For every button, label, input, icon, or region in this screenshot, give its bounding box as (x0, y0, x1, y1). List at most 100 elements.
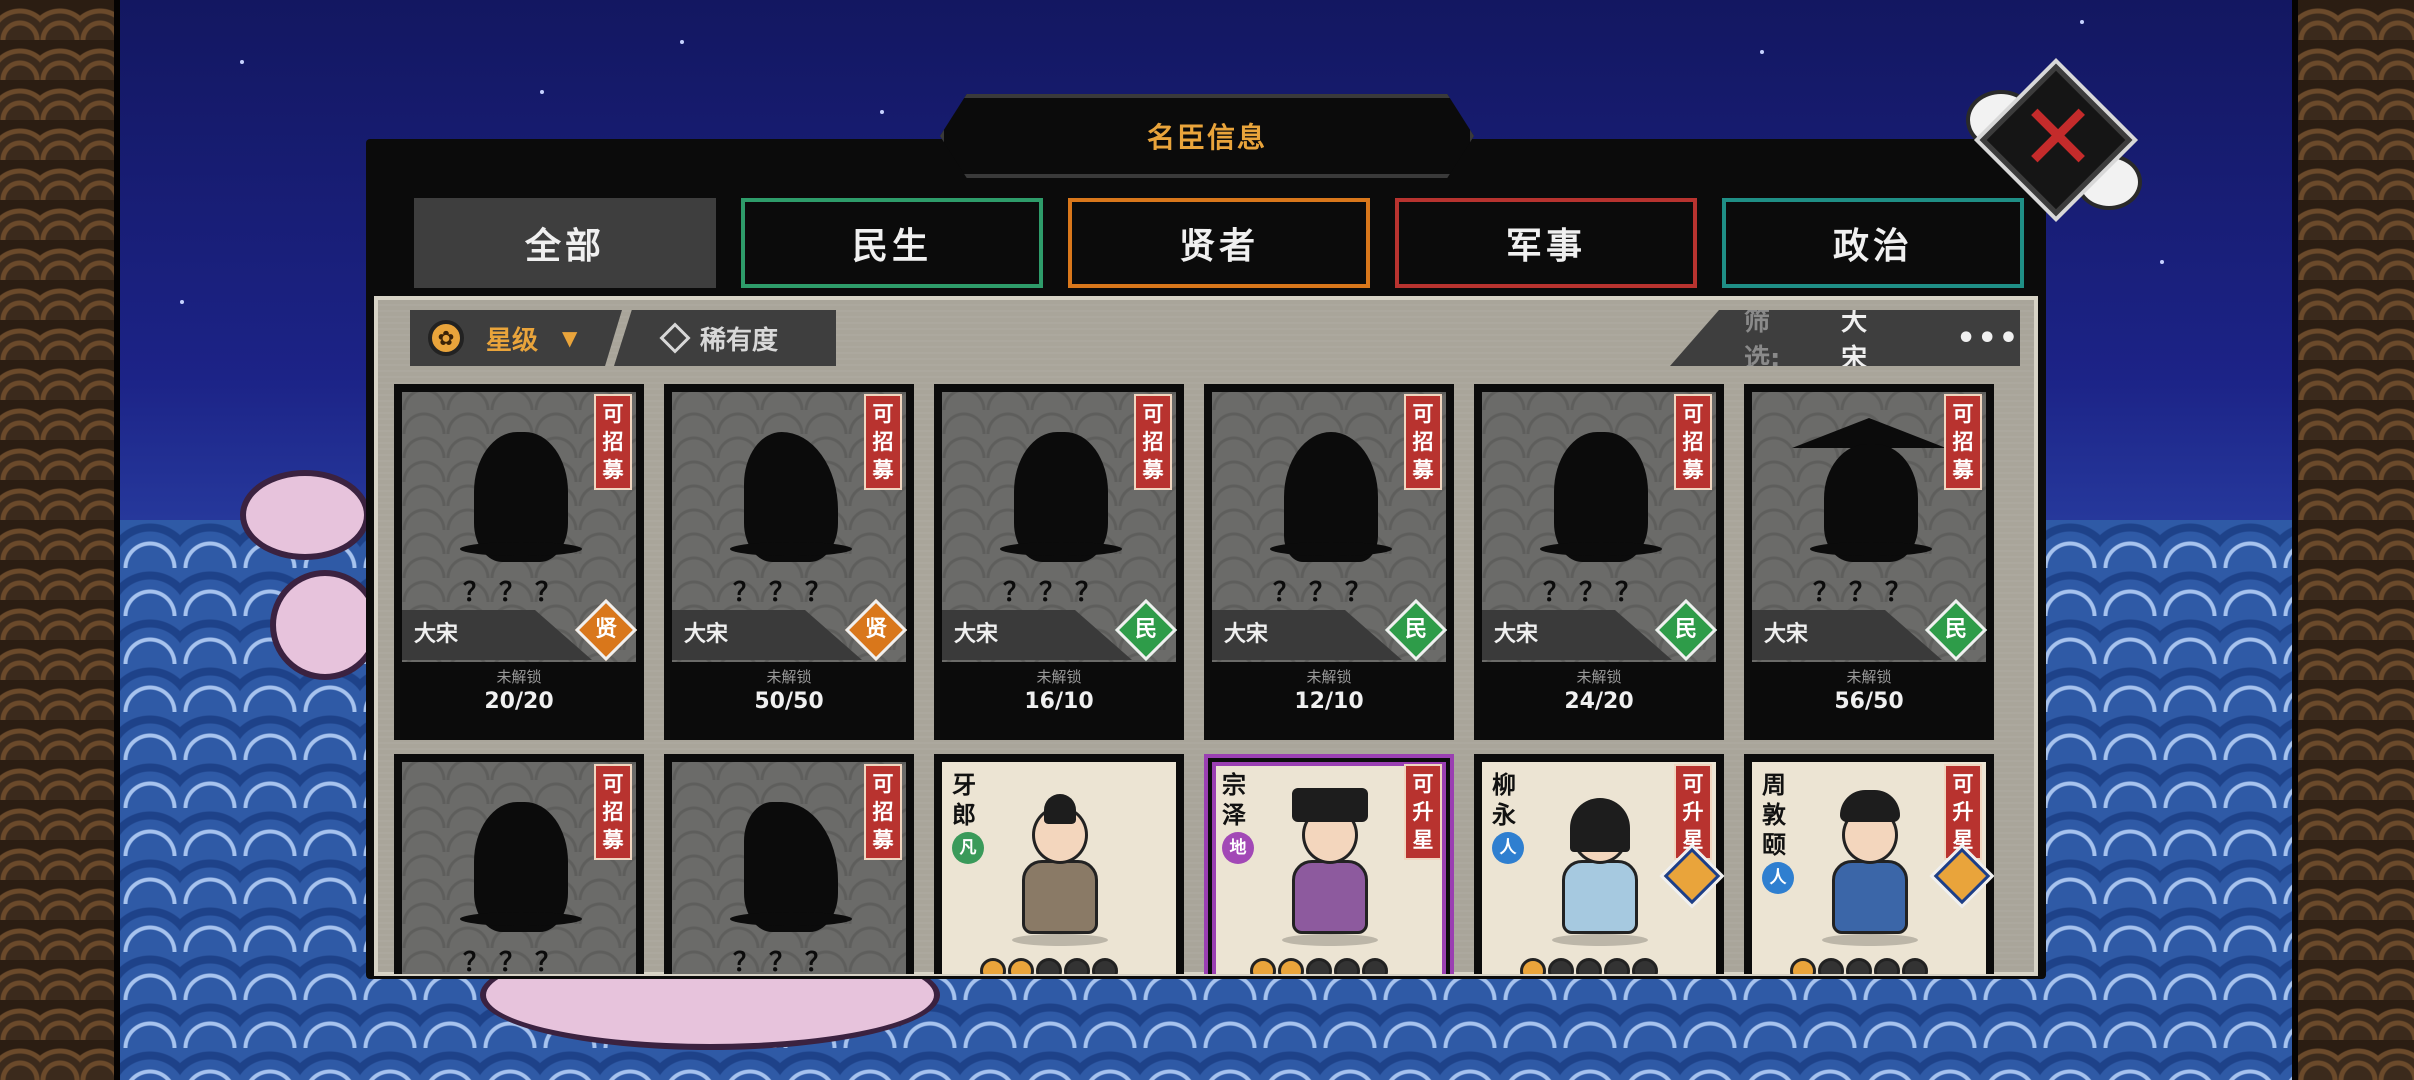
minister-card-locked[interactable]: ？？？ 大宋 民 可招募 未解锁 12/10 (1204, 384, 1454, 740)
star-rating (1790, 958, 1928, 974)
silhouette-shadow (1000, 542, 1122, 556)
diamond-icon (659, 322, 691, 354)
element-badge: 人 (1492, 832, 1524, 864)
element-badge: 人 (1762, 862, 1794, 894)
star-icon (1818, 958, 1844, 974)
minister-card-zongze[interactable]: 宗泽 地 可升星 (1204, 754, 1454, 974)
silhouette-shadow (1810, 542, 1932, 556)
rarity-sort-button[interactable]: 稀有度 (614, 310, 836, 366)
minister-name: 宗泽 (1222, 771, 1246, 829)
star-icon (1576, 958, 1602, 974)
chevron-down-icon: ▼ (562, 326, 578, 350)
star-icon (1520, 958, 1546, 974)
minister-card-locked[interactable]: ？？？ 大宋 贤 可招募 未解锁 20/20 (394, 384, 644, 740)
tab-sages[interactable]: 贤者 (1068, 198, 1370, 288)
recruitable-tag: 可招募 (1134, 394, 1172, 490)
minister-name: 牙郎 (952, 771, 976, 829)
minister-card-locked[interactable]: ？？？ 大宋 民 可招募 未解锁 24/20 (1474, 384, 1724, 740)
minister-portrait (1548, 794, 1652, 946)
tab-label: 军事 (1505, 226, 1586, 267)
recruitable-tag: 可招募 (864, 394, 902, 490)
minister-portrait (1278, 788, 1382, 946)
fragment-progress: 50/50 (754, 689, 824, 714)
minister-card-grid: ？？？ 大宋 贤 可招募 未解锁 20/20 ？？？ 大宋 贤 可招募 未解锁 50… (394, 384, 1994, 974)
element-badge: 地 (1222, 832, 1254, 864)
locked-status: 未解锁 (1036, 668, 1082, 686)
recruitable-tag: 可招募 (1404, 394, 1442, 490)
minister-card-locked[interactable]: ？？？ 可招募 (664, 754, 914, 974)
star-icon (1548, 958, 1574, 974)
locked-status: 未解锁 (766, 668, 812, 686)
nation-filter[interactable]: 筛选: 大宋 ••• (1670, 310, 2020, 366)
star-icon (1278, 958, 1304, 974)
silhouette-shadow (730, 912, 852, 926)
minister-card-locked[interactable]: ？？？ 大宋 民 可招募 未解锁 56/50 (1744, 384, 1994, 740)
fragment-progress: 12/10 (1294, 689, 1364, 714)
modal-title: 名臣信息 (1146, 121, 1267, 154)
star-icon (1334, 958, 1360, 974)
recruitable-tag: 可招募 (864, 764, 902, 860)
unknown-name: ？？？ (462, 948, 571, 974)
category-tabs: 全部 民生 贤者 军事 政治 (414, 198, 2024, 288)
star-rating (1250, 958, 1388, 974)
star-icon (1036, 958, 1062, 974)
recruitable-tag: 可招募 (1944, 394, 1982, 490)
star-icon (1604, 958, 1630, 974)
locked-status: 未解锁 (1306, 668, 1352, 686)
tab-politics[interactable]: 政治 (1722, 198, 2024, 288)
minister-card-locked[interactable]: ？？？ 大宋 贤 可招募 未解锁 50/50 (664, 384, 914, 740)
right-ornate-border (2292, 0, 2414, 1080)
fragment-progress: 16/10 (1024, 689, 1094, 714)
star-icon (980, 958, 1006, 974)
more-icon[interactable]: ••• (1956, 321, 2020, 356)
silhouette-shadow (1270, 542, 1392, 556)
type-badge-text: 民 (1134, 617, 1157, 642)
silhouette-shadow (460, 542, 582, 556)
star-icon (1092, 958, 1118, 974)
silhouette-shadow (1540, 542, 1662, 556)
tab-label: 政治 (1832, 226, 1913, 267)
minister-card-locked[interactable]: ？？？ 大宋 民 可招募 未解锁 16/10 (934, 384, 1184, 740)
star-sort-button[interactable]: ✿ 星级 ▼ (410, 310, 622, 366)
minister-card-locked[interactable]: ？？？ 可招募 (394, 754, 644, 974)
minister-card-zhoudunyi[interactable]: 周敦颐 人 可升星 (1744, 754, 1994, 974)
tab-military[interactable]: 军事 (1395, 198, 1697, 288)
tab-label: 民生 (851, 226, 932, 267)
tab-label: 贤者 (1178, 226, 1259, 267)
star-icon (1008, 958, 1034, 974)
floating-island (240, 470, 370, 560)
star-rating (980, 958, 1118, 974)
locked-status: 未解锁 (1576, 668, 1622, 686)
tab-all[interactable]: 全部 (414, 198, 716, 288)
type-badge-text: 民 (1674, 617, 1697, 642)
element-badge: 凡 (952, 832, 984, 864)
filter-label: 筛选: (1744, 307, 1781, 374)
star-icon (1362, 958, 1388, 974)
minister-card-yalang[interactable]: 牙郎 凡 (934, 754, 1184, 974)
type-badge-text: 贤 (864, 617, 887, 642)
filter-value: 大宋 (1841, 307, 1868, 374)
upgradable-tag: 可升星 (1404, 764, 1442, 860)
star-icon: ✿ (428, 320, 464, 356)
star-icon (1846, 958, 1872, 974)
star-icon (1790, 958, 1816, 974)
floating-island (270, 570, 380, 680)
rarity-sort-label: 稀有度 (700, 325, 779, 356)
fragment-progress: 20/20 (484, 689, 554, 714)
upgradable-tag: 可升星 (1674, 764, 1712, 860)
star-icon (1874, 958, 1900, 974)
game-screen: { "title": "名臣信息", "close_icon": "close-… (0, 0, 2414, 1080)
modal-title-bar: 名臣信息 (940, 94, 1474, 178)
fragment-progress: 56/50 (1834, 689, 1904, 714)
fragment-progress: 24/20 (1564, 689, 1634, 714)
minister-portrait (1008, 794, 1112, 946)
star-icon (1306, 958, 1332, 974)
star-icon (1902, 958, 1928, 974)
minister-name: 柳永 (1492, 771, 1516, 829)
silhouette-shadow (730, 542, 852, 556)
minister-card-liuyong[interactable]: 柳永 人 可升星 (1474, 754, 1724, 974)
type-badge-text: 民 (1404, 617, 1427, 642)
star-icon (1064, 958, 1090, 974)
recruitable-tag: 可招募 (594, 764, 632, 860)
tab-livelihood[interactable]: 民生 (741, 198, 1043, 288)
